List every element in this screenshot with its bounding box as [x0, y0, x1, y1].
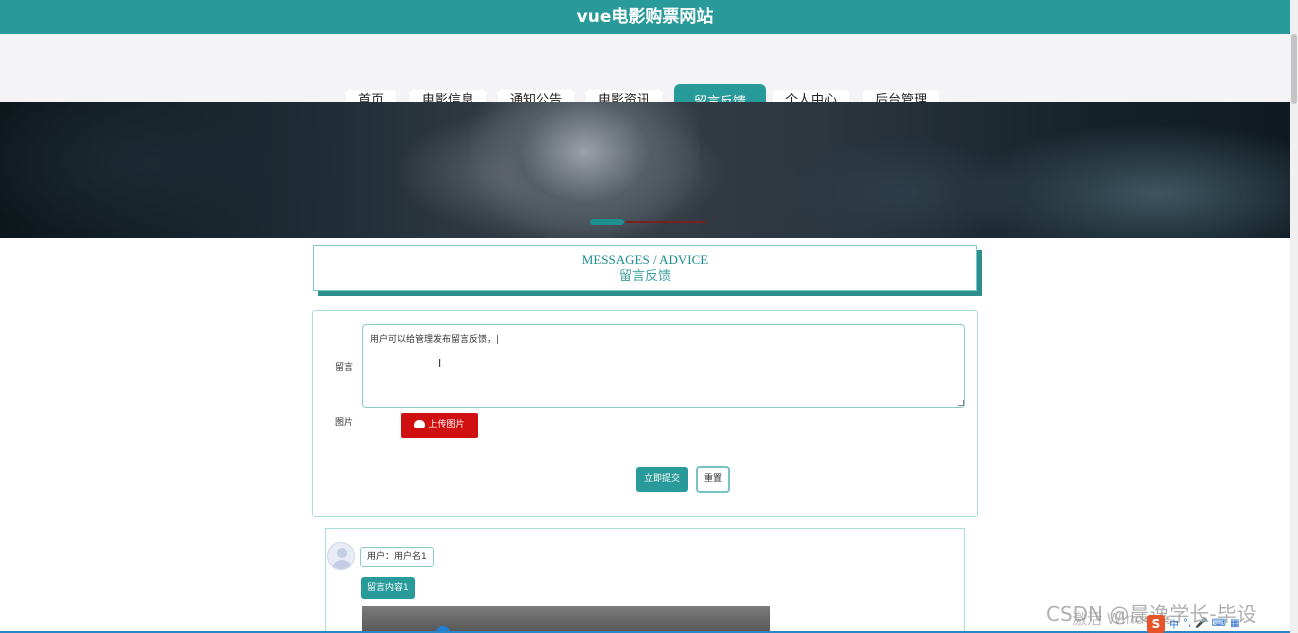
- carousel-indicator[interactable]: [626, 221, 706, 223]
- upload-image-label: 上传图片: [428, 420, 465, 430]
- banner-creature: [960, 122, 1290, 238]
- carousel-indicator-active[interactable]: [590, 219, 624, 225]
- message-textarea[interactable]: [362, 324, 965, 408]
- feedback-form: 留言 I 图片 上传图片 立即提交 重置: [312, 310, 978, 517]
- upload-image-button[interactable]: 上传图片: [401, 413, 478, 438]
- banner-figure: [470, 102, 700, 238]
- section-title-box: MESSAGES / ADVICE 留言反馈: [313, 245, 977, 291]
- submit-button[interactable]: 立即提交: [636, 467, 688, 492]
- ime-punct-icon[interactable]: °,: [1183, 618, 1191, 629]
- grid-icon[interactable]: ▦: [1230, 618, 1239, 629]
- microphone-icon[interactable]: 🎤: [1195, 618, 1207, 629]
- text-cursor-icon: I: [438, 357, 442, 370]
- section-title-en: MESSAGES / ADVICE: [581, 252, 709, 267]
- scrollbar-thumb[interactable]: [1291, 34, 1297, 104]
- banner-carousel[interactable]: [0, 102, 1290, 238]
- cloud-upload-icon: [414, 420, 426, 428]
- page-scrollbar[interactable]: [1290, 0, 1298, 633]
- ime-mode[interactable]: 中: [1169, 616, 1179, 631]
- section-title-cn: 留言反馈: [618, 268, 671, 283]
- nav-bar: 首页 电影信息 通知公告 电影资讯 留言反馈 个人中心 后台管理: [0, 34, 1290, 121]
- resize-handle-icon[interactable]: [958, 400, 964, 406]
- message-item: 用户：用户名1 留言内容1: [325, 528, 965, 633]
- avatar: [327, 542, 355, 570]
- message-image: [362, 606, 770, 633]
- message-content: 留言内容1: [361, 577, 415, 599]
- ime-toolbar[interactable]: S 中 °, 🎤 ⌨ ▦: [1147, 614, 1290, 633]
- keyboard-icon[interactable]: ⌨: [1212, 618, 1226, 629]
- message-user: 用户：用户名1: [360, 547, 434, 567]
- reset-button[interactable]: 重置: [696, 466, 730, 493]
- image-label: 图片: [335, 418, 354, 428]
- message-label: 留言: [335, 363, 354, 373]
- site-title: vue电影购票网站: [576, 7, 714, 27]
- site-title-bar: vue电影购票网站: [0, 0, 1290, 34]
- sogou-ime-icon[interactable]: S: [1147, 614, 1165, 633]
